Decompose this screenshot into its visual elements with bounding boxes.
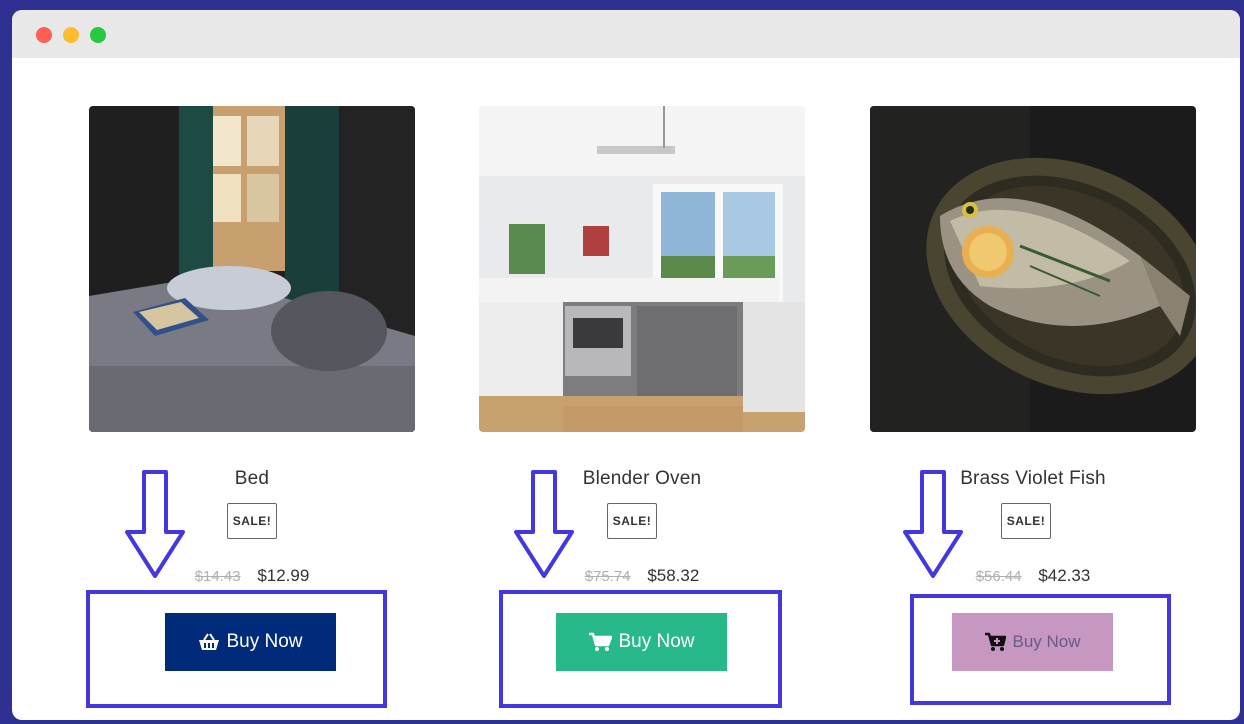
buy-now-button[interactable]: Buy Now: [952, 613, 1113, 671]
down-arrow-annotation: [125, 470, 185, 578]
cart-plus-icon: [985, 632, 1007, 651]
product-image-brass-violet-fish[interactable]: [870, 106, 1196, 432]
minimize-window-button[interactable]: [63, 27, 79, 43]
down-arrow-annotation: [514, 470, 574, 578]
buy-now-label: Buy Now: [618, 631, 695, 652]
window-titlebar: [12, 10, 1240, 58]
sale-badge: SALE!: [1001, 503, 1051, 539]
sale-price: $58.32: [647, 566, 700, 585]
buy-now-label: Buy Now: [226, 631, 303, 652]
sale-price: $12.99: [257, 566, 310, 585]
maximize-window-button[interactable]: [90, 27, 106, 43]
product-image-blender-oven[interactable]: [479, 106, 805, 432]
original-price: $75.74: [584, 568, 631, 585]
close-window-button[interactable]: [36, 27, 52, 43]
sale-price: $42.33: [1038, 566, 1091, 585]
cart-icon: [589, 632, 613, 651]
down-arrow-annotation: [903, 470, 963, 578]
original-price: $14.43: [194, 568, 241, 585]
sale-badge: SALE!: [227, 503, 277, 539]
buy-now-label: Buy Now: [1012, 632, 1081, 651]
buy-now-button[interactable]: Buy Now: [556, 613, 727, 671]
browser-window: Bed SALE! $14.43 $12.99 Blender Oven SAL…: [12, 10, 1240, 720]
product-image-bed[interactable]: [89, 106, 415, 432]
buy-now-button[interactable]: Buy Now: [165, 613, 336, 671]
sale-badge: SALE!: [607, 503, 657, 539]
original-price: $56.44: [975, 568, 1022, 585]
basket-icon: [199, 633, 220, 650]
